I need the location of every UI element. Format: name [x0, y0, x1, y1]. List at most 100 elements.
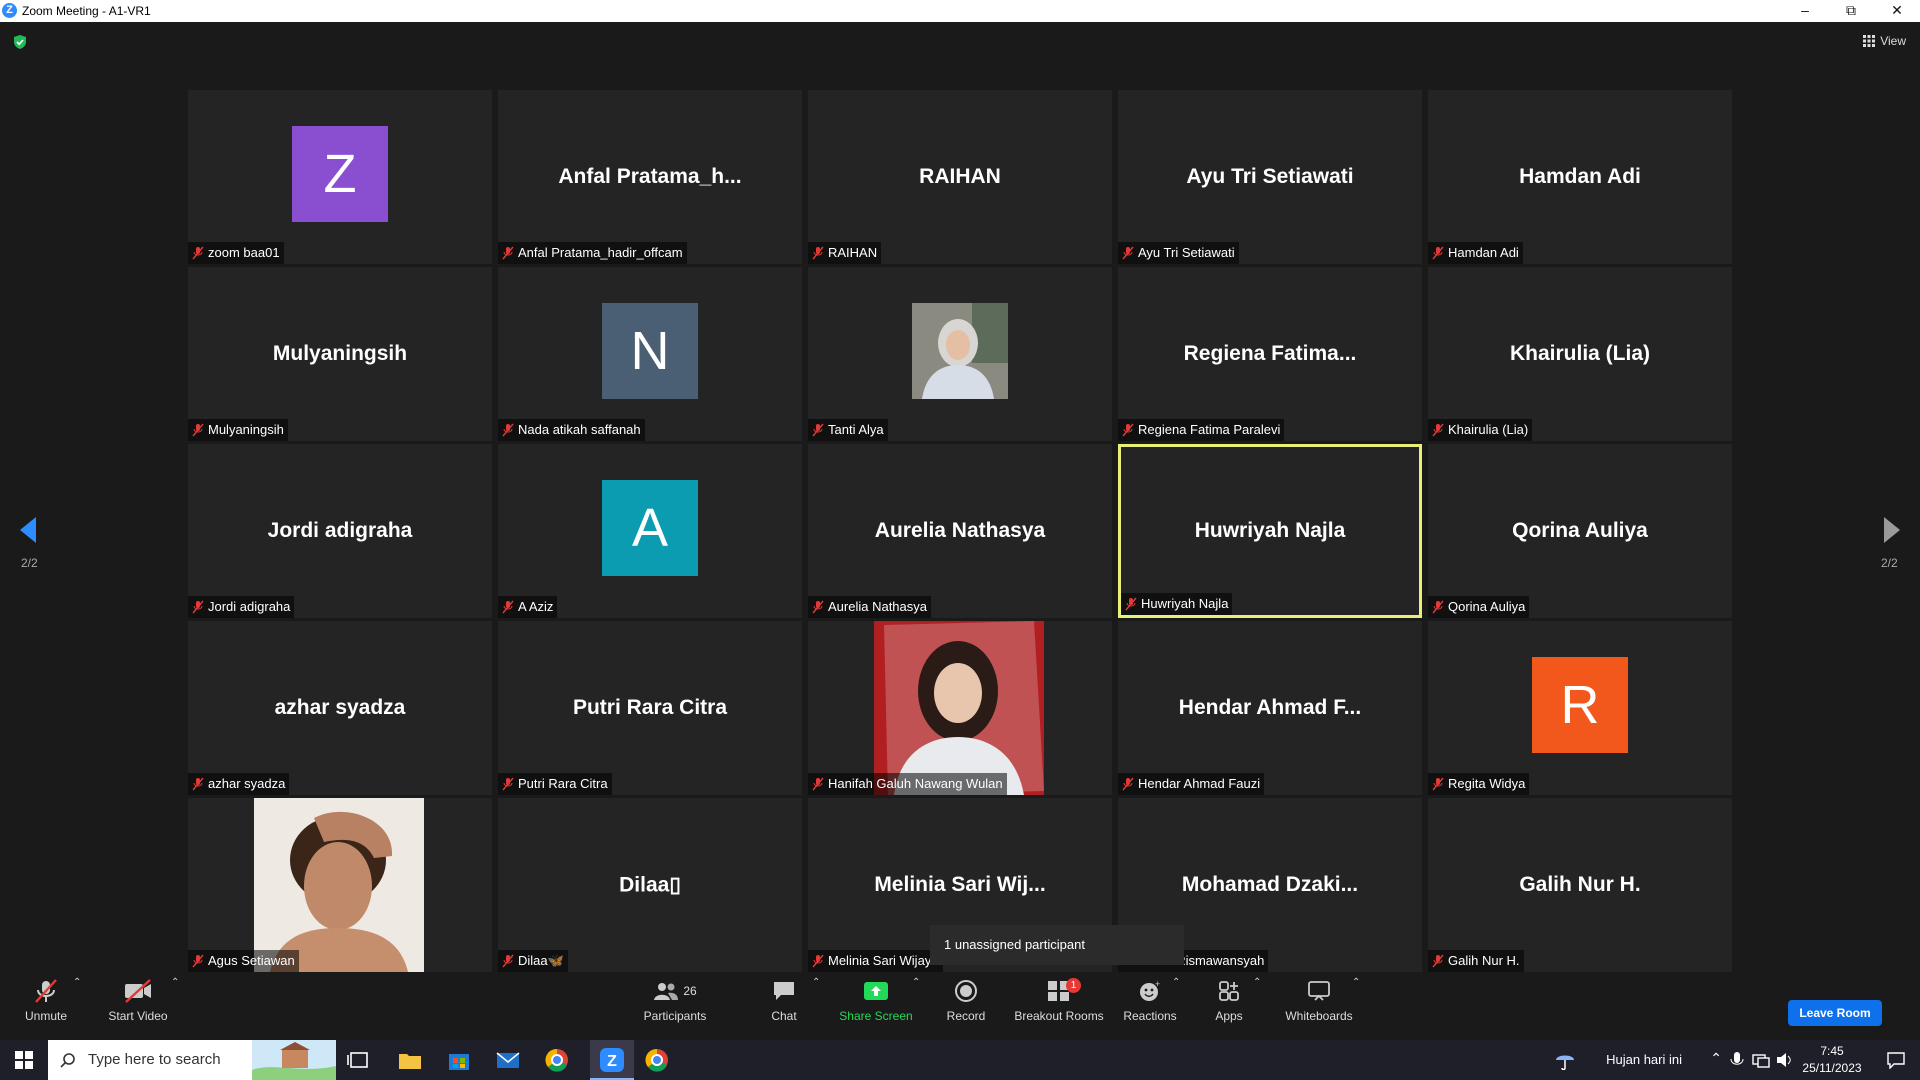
- participant-tile[interactable]: Mulyaningsih Mulyaningsih: [188, 267, 492, 441]
- weather-rain-icon[interactable]: [1554, 1050, 1576, 1070]
- participant-tile[interactable]: Hanifah Galuh Nawang Wulan: [808, 621, 1112, 795]
- file-explorer-icon[interactable]: [396, 1046, 424, 1074]
- clock-time[interactable]: 7:45: [1802, 1044, 1862, 1058]
- whiteboard-icon: [1308, 981, 1330, 1001]
- participant-display-name: Anfal Pratama_h...: [558, 165, 742, 188]
- mail-icon[interactable]: [494, 1046, 522, 1074]
- participant-tile[interactable]: Aurelia Nathasya Aurelia Nathasya: [808, 444, 1112, 618]
- participant-tile[interactable]: Khairulia (Lia) Khairulia (Lia): [1428, 267, 1732, 441]
- taskbar-search-box[interactable]: Type here to search: [48, 1040, 336, 1080]
- view-button[interactable]: View: [1863, 34, 1906, 48]
- chat-options-caret-icon[interactable]: ⌃: [812, 977, 820, 988]
- participant-tile[interactable]: Tanti Alya: [808, 267, 1112, 441]
- participant-tile[interactable]: azhar syadza azhar syadza: [188, 621, 492, 795]
- participant-name: Regita Widya: [1448, 776, 1526, 791]
- mic-muted-icon: [192, 246, 204, 260]
- participant-tile[interactable]: R Regita Widya: [1428, 621, 1732, 795]
- participant-tile[interactable]: Anfal Pratama_h... Anfal Pratama_hadir_o…: [498, 90, 802, 264]
- participant-tile[interactable]: Dilaa▯ Dilaa🦋: [498, 798, 802, 972]
- unassigned-participant-toast[interactable]: 1 unassigned participant: [930, 925, 1184, 965]
- participant-name: Mulyaningsih: [208, 422, 284, 437]
- participant-name-label: zoom baa01: [188, 242, 284, 264]
- reactions-options-caret-icon[interactable]: ⌃: [1172, 977, 1180, 988]
- participant-name: Ayu Tri Setiawati: [1138, 245, 1235, 260]
- participant-display-name: Regiena Fatima...: [1183, 342, 1357, 365]
- task-view-icon[interactable]: [345, 1046, 373, 1074]
- mic-muted-icon: [1432, 600, 1444, 614]
- participant-display-name: Dilaa▯: [619, 873, 681, 897]
- clock-date[interactable]: 25/11/2023: [1794, 1061, 1870, 1075]
- next-page-arrow-icon[interactable]: [1878, 515, 1906, 545]
- close-button[interactable]: ✕: [1874, 0, 1920, 22]
- zoom-logo-icon: Z: [2, 3, 17, 18]
- participant-tile[interactable]: Agus Setiawan: [188, 798, 492, 972]
- chat-button[interactable]: Chat: [764, 977, 804, 1023]
- show-hidden-icons-chevron-icon[interactable]: ⌃: [1710, 1050, 1722, 1067]
- participant-tile[interactable]: Qorina Auliya Qorina Auliya: [1428, 444, 1732, 618]
- participant-tile[interactable]: N Nada atikah saffanah: [498, 267, 802, 441]
- share-screen-button[interactable]: Share Screen: [838, 977, 914, 1023]
- participant-name-label: Qorina Auliya: [1428, 596, 1530, 618]
- share-options-caret-icon[interactable]: ⌃: [912, 977, 920, 988]
- start-video-label: Start Video: [108, 1009, 168, 1023]
- network-icon[interactable]: [1752, 1052, 1770, 1068]
- search-highlight-image: [252, 1040, 336, 1080]
- participants-button[interactable]: 26 Participants: [640, 977, 710, 1023]
- participant-tile[interactable]: Hamdan Adi Hamdan Adi: [1428, 90, 1732, 264]
- audio-options-caret-icon[interactable]: ⌃: [73, 977, 81, 988]
- chrome-icon[interactable]: [543, 1046, 571, 1074]
- record-button[interactable]: Record: [944, 977, 988, 1023]
- windows-start-icon[interactable]: [10, 1046, 38, 1074]
- participant-tile[interactable]: Hendar Ahmad F... Hendar Ahmad Fauzi: [1118, 621, 1422, 795]
- whiteboards-button[interactable]: Whiteboards: [1282, 977, 1356, 1023]
- mic-muted-icon: [192, 777, 204, 791]
- participant-name: Anfal Pratama_hadir_offcam: [518, 245, 683, 260]
- restore-button[interactable]: ⧉: [1828, 0, 1874, 22]
- apps-button[interactable]: Apps: [1210, 977, 1248, 1023]
- unmute-button[interactable]: Unmute: [18, 977, 74, 1023]
- breakout-rooms-button[interactable]: 1 Breakout Rooms: [1014, 977, 1104, 1023]
- profile-photo: [254, 798, 424, 972]
- participant-tile[interactable]: Z zoom baa01: [188, 90, 492, 264]
- participant-name-label: Hanifah Galuh Nawang Wulan: [808, 773, 1007, 795]
- participant-tile[interactable]: RAIHAN RAIHAN: [808, 90, 1112, 264]
- volume-icon[interactable]: [1776, 1052, 1794, 1068]
- start-video-button[interactable]: Start Video: [104, 977, 172, 1023]
- previous-page-arrow-icon[interactable]: [14, 515, 42, 545]
- microphone-icon[interactable]: [1730, 1051, 1744, 1069]
- window-titlebar: Z Zoom Meeting - A1-VR1 – ⧉ ✕: [0, 0, 1920, 22]
- minimize-button[interactable]: –: [1782, 0, 1828, 22]
- participant-name-label: Putri Rara Citra: [498, 773, 612, 795]
- participant-name: Galih Nur H.: [1448, 953, 1520, 968]
- participant-name-label: A Aziz: [498, 596, 558, 618]
- weather-text[interactable]: Hujan hari ini: [1606, 1052, 1682, 1067]
- participant-display-name: Hamdan Adi: [1519, 165, 1641, 188]
- participant-tile[interactable]: Regiena Fatima... Regiena Fatima Paralev…: [1118, 267, 1422, 441]
- notification-center-icon[interactable]: [1886, 1051, 1906, 1069]
- microsoft-store-icon[interactable]: [445, 1046, 473, 1074]
- participant-tile[interactable]: Galih Nur H. Galih Nur H.: [1428, 798, 1732, 972]
- shield-check-icon[interactable]: [12, 34, 28, 50]
- active-speaker-tile[interactable]: Huwriyah Najla Huwriyah Najla: [1118, 444, 1422, 618]
- participant-tile[interactable]: Putri Rara Citra Putri Rara Citra: [498, 621, 802, 795]
- participant-tile[interactable]: A A Aziz: [498, 444, 802, 618]
- chrome-profile-icon[interactable]: [643, 1046, 671, 1074]
- share-screen-label: Share Screen: [839, 1009, 913, 1023]
- mic-muted-icon: [502, 423, 514, 437]
- record-label: Record: [946, 1009, 986, 1023]
- video-options-caret-icon[interactable]: ⌃: [171, 977, 179, 988]
- whiteboards-options-caret-icon[interactable]: ⌃: [1352, 977, 1360, 988]
- reactions-button[interactable]: + Reactions: [1122, 977, 1178, 1023]
- participant-name-label: azhar syadza: [188, 773, 290, 795]
- mic-muted-icon: [1432, 954, 1444, 968]
- mic-muted-icon: [812, 954, 824, 968]
- search-placeholder: Type here to search: [88, 1051, 221, 1068]
- apps-options-caret-icon[interactable]: ⌃: [1253, 977, 1261, 988]
- participant-tile[interactable]: Ayu Tri Setiawati Ayu Tri Setiawati: [1118, 90, 1422, 264]
- participant-tile[interactable]: Jordi adigraha Jordi adigraha: [188, 444, 492, 618]
- leave-room-button[interactable]: Leave Room: [1788, 1000, 1882, 1026]
- svg-text:Z: Z: [607, 1053, 617, 1070]
- participant-name-label: Nada atikah saffanah: [498, 419, 645, 441]
- participant-name: Putri Rara Citra: [518, 776, 608, 791]
- zoom-taskbar-item[interactable]: Z: [590, 1040, 634, 1080]
